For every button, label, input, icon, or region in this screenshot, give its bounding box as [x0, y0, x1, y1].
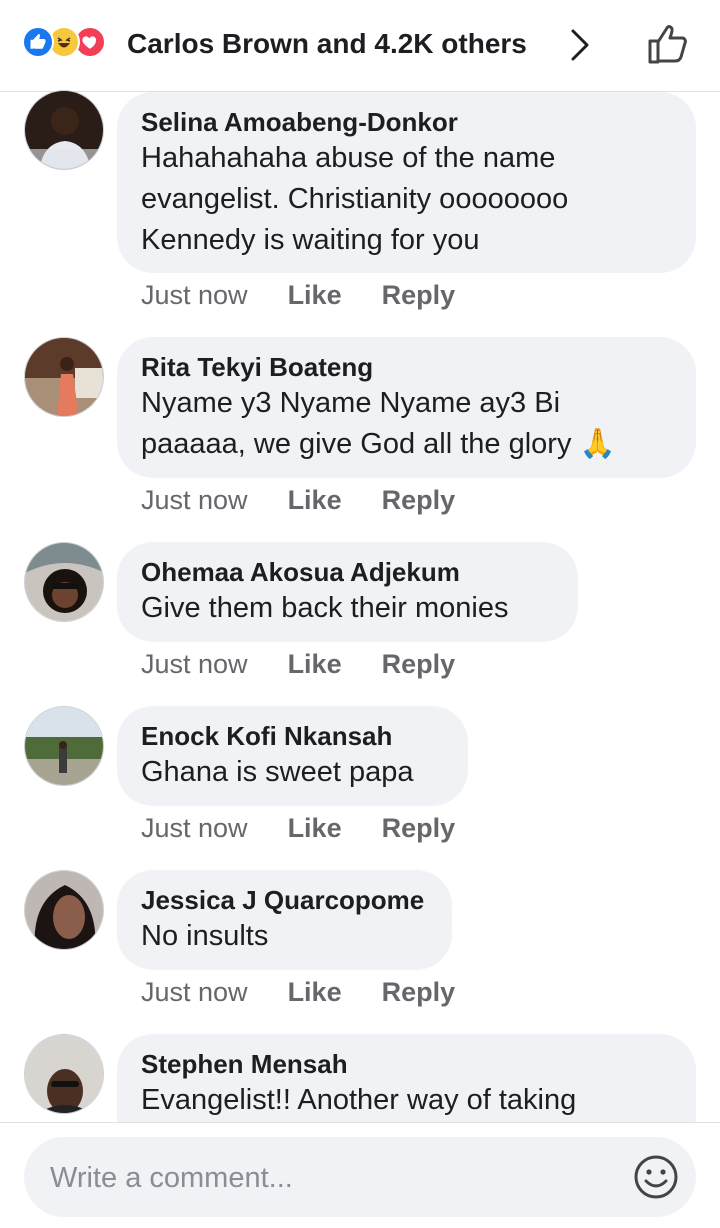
- comment: Rita Tekyi Boateng Nyame y3 Nyame Nyame …: [0, 337, 720, 527]
- comment-author[interactable]: Jessica J Quarcopome: [141, 884, 428, 916]
- comment-bubble: Enock Kofi Nkansah Ghana is sweet papa: [117, 706, 468, 806]
- comment-text-line: Hahahahaha abuse of the name: [141, 142, 556, 174]
- comment-text-line: Kennedy is waiting for you: [141, 224, 480, 256]
- comment-text: Nyame y3 Nyame Nyame ay3 Bi paaaaa, we g…: [141, 383, 672, 465]
- reply-button[interactable]: Reply: [382, 483, 456, 517]
- comment-text-line: Ghana is sweet papa: [141, 756, 414, 788]
- comment-timestamp: Just now: [141, 485, 248, 515]
- avatar[interactable]: [24, 870, 104, 950]
- avatar[interactable]: [24, 1034, 104, 1114]
- comment-composer: [0, 1122, 720, 1228]
- comment-author[interactable]: Ohemaa Akosua Adjekum: [141, 556, 554, 588]
- comment-text: Evangelist!! Another way of taking: [141, 1080, 672, 1121]
- comment-text-line: Give them back their monies: [141, 592, 509, 624]
- comment-input[interactable]: [48, 1137, 612, 1219]
- avatar[interactable]: [24, 542, 104, 622]
- comment-text-line: Evangelist!! Another way of taking: [141, 1084, 577, 1116]
- comment-text: Ghana is sweet papa: [141, 752, 444, 793]
- avatar[interactable]: [24, 706, 104, 786]
- avatar[interactable]: [24, 337, 104, 417]
- comment: Jessica J Quarcopome No insults Just now…: [0, 870, 720, 1020]
- comment-text-line: evangelist. Christianity oooooooo: [141, 183, 569, 215]
- like-button[interactable]: Like: [288, 278, 342, 312]
- reply-button[interactable]: Reply: [382, 278, 456, 312]
- comment-actions: Just now Like Reply: [141, 811, 495, 845]
- comment-text: Hahahahaha abuse of the name evangelist.…: [141, 138, 672, 261]
- comment: Ohemaa Akosua Adjekum Give them back the…: [0, 542, 720, 692]
- comment-timestamp: Just now: [141, 977, 248, 1007]
- comment: Stephen Mensah Evangelist!! Another way …: [0, 1034, 720, 1122]
- avatar[interactable]: [24, 90, 104, 170]
- comment-bubble: Jessica J Quarcopome No insults: [117, 870, 452, 970]
- comment-timestamp: Just now: [141, 813, 248, 843]
- like-button[interactable]: Like: [288, 647, 342, 681]
- reaction-summary[interactable]: [22, 26, 106, 58]
- comment-text-line: Nyame y3 Nyame Nyame ay3 Bi: [141, 387, 561, 419]
- comment-actions: Just now Like Reply: [141, 975, 495, 1009]
- comment-timestamp: Just now: [141, 280, 248, 310]
- like-button[interactable]: Like: [288, 811, 342, 845]
- comment-bubble: Stephen Mensah Evangelist!! Another way …: [117, 1034, 696, 1122]
- reply-button[interactable]: Reply: [382, 975, 456, 1009]
- comment-author[interactable]: Rita Tekyi Boateng: [141, 351, 672, 383]
- comment-text: No insults: [141, 916, 428, 957]
- comment-bubble: Ohemaa Akosua Adjekum Give them back the…: [117, 542, 578, 642]
- comment: Selina Amoabeng-Donkor Hahahahaha abuse …: [0, 90, 720, 322]
- comment-author[interactable]: Stephen Mensah: [141, 1048, 672, 1080]
- comment-actions: Just now Like Reply: [141, 483, 495, 517]
- comment-actions: Just now Like Reply: [141, 647, 495, 681]
- comment-input-container[interactable]: [24, 1137, 696, 1219]
- smiley-icon[interactable]: [632, 1153, 680, 1201]
- reply-button[interactable]: Reply: [382, 811, 456, 845]
- thumbs-up-outline-icon[interactable]: [644, 20, 692, 68]
- comment-bubble: Rita Tekyi Boateng Nyame y3 Nyame Nyame …: [117, 337, 696, 478]
- comment-author[interactable]: Selina Amoabeng-Donkor: [141, 106, 672, 138]
- chevron-right-icon[interactable]: [568, 28, 592, 67]
- like-button[interactable]: Like: [288, 975, 342, 1009]
- like-reaction-icon: [22, 26, 54, 58]
- comment-author[interactable]: Enock Kofi Nkansah: [141, 720, 444, 752]
- comment-text-line: paaaaa, we give God all the glory 🙏: [141, 428, 616, 460]
- comment-text-line: No insults: [141, 920, 269, 952]
- like-button[interactable]: Like: [288, 483, 342, 517]
- comment-bubble: Selina Amoabeng-Donkor Hahahahaha abuse …: [117, 92, 696, 273]
- reply-button[interactable]: Reply: [382, 647, 456, 681]
- comment-timestamp: Just now: [141, 649, 248, 679]
- reactors-summary-link[interactable]: Carlos Brown and 4.2K others: [127, 26, 527, 62]
- comment-actions: Just now Like Reply: [141, 278, 495, 312]
- comment: Enock Kofi Nkansah Ghana is sweet papa J…: [0, 706, 720, 856]
- reactions-header: Carlos Brown and 4.2K others: [0, 0, 720, 92]
- comment-text: Give them back their monies: [141, 588, 554, 629]
